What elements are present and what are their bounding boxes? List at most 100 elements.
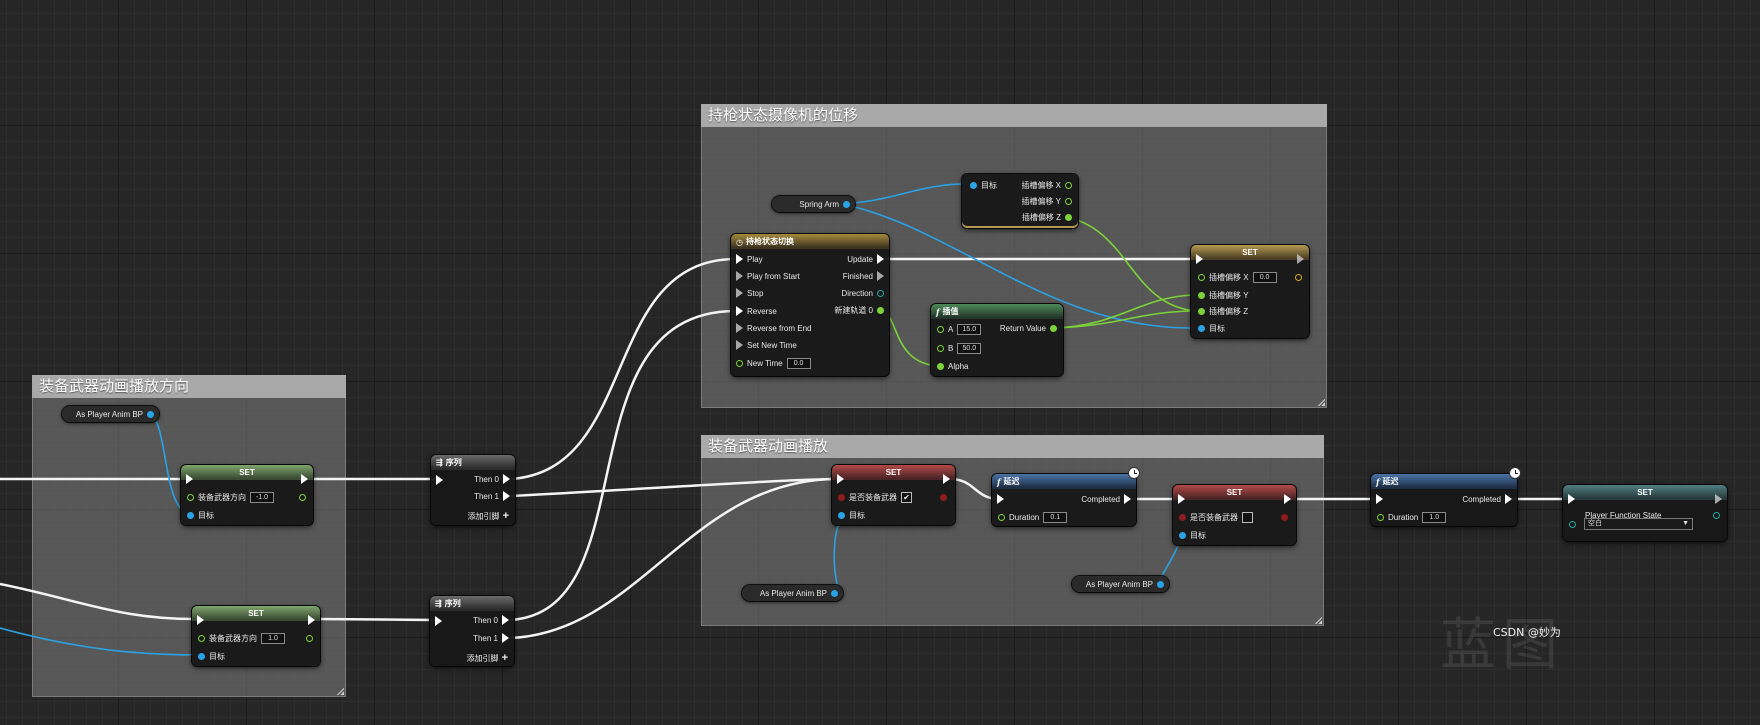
exec-output-pin[interactable] (502, 633, 509, 643)
set-is-equipped-node[interactable]: SET 是否装备武器 ✔ 目标 (832, 465, 955, 525)
exec-input-pin[interactable] (1376, 494, 1383, 504)
object-input-pin[interactable] (1198, 324, 1205, 332)
bool-output-pin[interactable] (1281, 513, 1288, 521)
float-input-pin[interactable] (937, 362, 944, 370)
add-pin-button[interactable]: 添加引脚 + (468, 510, 509, 522)
exec-input-pin[interactable] (736, 254, 743, 264)
exec-output-pin[interactable] (502, 615, 509, 625)
duration-field[interactable]: 0.1 (1043, 511, 1068, 523)
exec-input-pin[interactable] (736, 323, 743, 333)
exec-output-pin[interactable] (877, 254, 884, 264)
delay-node[interactable]: f 延迟 Completed Duration 1.0 (1371, 467, 1521, 526)
float-output-pin[interactable] (1065, 197, 1072, 205)
exec-input-pin[interactable] (736, 340, 743, 350)
enum-output-pin[interactable] (1713, 511, 1720, 519)
value-field[interactable]: -1.0 (250, 491, 274, 503)
add-pin-button[interactable]: 添加引脚 + (467, 652, 508, 664)
exec-input-pin[interactable] (1568, 494, 1575, 504)
float-input-pin[interactable] (1198, 273, 1205, 281)
exec-input-pin[interactable] (1178, 494, 1185, 504)
float-input-pin[interactable] (998, 513, 1005, 521)
bool-input-pin[interactable] (1179, 513, 1186, 521)
node-header[interactable]: ◷ 持枪状态切换 (731, 234, 889, 249)
exec-input-pin[interactable] (436, 475, 443, 485)
enum-output-pin[interactable] (877, 289, 884, 297)
float-output-pin[interactable] (877, 306, 884, 314)
node-header[interactable]: SET (1563, 485, 1727, 500)
a-value-field[interactable]: 15.0 (957, 323, 982, 335)
node-header[interactable]: SET (1173, 485, 1296, 500)
object-input-pin[interactable] (1179, 531, 1186, 539)
set-socket-offset-node[interactable]: SET 插槽偏移 X 0.0 插槽偏移 Y 插槽偏移 Z 目标 (1191, 245, 1309, 338)
node-header[interactable]: f 延迟 (1371, 474, 1517, 489)
sequence-node[interactable]: ⇶ 序列 Then 0 Then 1 添加引脚 + (431, 455, 515, 525)
set-equip-direction-node[interactable]: SET 装备武器方向 1.0 目标 (192, 606, 320, 666)
bool-output-pin[interactable] (940, 493, 947, 501)
node-header[interactable]: SET (1191, 245, 1309, 260)
value-field[interactable]: 1.0 (261, 632, 285, 644)
exec-output-pin[interactable] (877, 271, 884, 281)
float-input-pin[interactable] (187, 493, 194, 501)
node-header[interactable]: ⇶ 序列 (431, 455, 515, 470)
exec-output-pin[interactable] (943, 474, 950, 484)
equipped-checkbox[interactable]: ✔ (901, 491, 912, 503)
object-output-pin[interactable] (843, 200, 850, 208)
exec-output-pin[interactable] (1124, 494, 1131, 504)
set-player-function-state-node[interactable]: SET Player Function State 空白 ▼ (1563, 485, 1727, 541)
socket-offset-get-node[interactable]: 目标 插槽偏移 X 插槽偏移 Y 插槽偏移 Z (962, 174, 1078, 228)
float-input-pin[interactable] (937, 344, 944, 352)
float-output-pin[interactable] (1065, 213, 1072, 221)
exec-input-pin[interactable] (736, 306, 743, 316)
node-header[interactable]: SET (192, 606, 320, 621)
exec-output-pin[interactable] (301, 474, 308, 484)
bool-input-pin[interactable] (838, 493, 845, 501)
object-input-pin[interactable] (198, 652, 205, 660)
float-input-pin[interactable] (198, 634, 205, 642)
node-header[interactable]: SET (832, 465, 955, 480)
float-input-pin[interactable] (937, 325, 944, 333)
exec-input-pin[interactable] (736, 288, 743, 298)
node-header[interactable]: f 插值 (931, 304, 1063, 319)
float-output-pin[interactable] (1050, 324, 1057, 332)
exec-output-pin[interactable] (1505, 494, 1512, 504)
vector-output-pin[interactable] (1295, 273, 1302, 281)
float-input-pin[interactable] (1377, 513, 1384, 521)
spring-arm-getter[interactable]: Spring Arm (772, 196, 855, 212)
new-time-field[interactable]: 0.0 (786, 357, 811, 369)
node-header[interactable]: f 延迟 (992, 474, 1136, 489)
object-input-pin[interactable] (838, 511, 845, 519)
exec-input-pin[interactable] (1196, 254, 1203, 264)
exec-input-pin[interactable] (186, 474, 193, 484)
anim-bp-getter[interactable]: As Player Anim BP (1072, 576, 1169, 592)
exec-output-pin[interactable] (503, 491, 510, 501)
exec-output-pin[interactable] (503, 474, 510, 484)
timeline-node[interactable]: ◷ 持枪状态切换 Play Play from Start Stop Rever… (731, 234, 889, 376)
float-output-pin[interactable] (1065, 181, 1072, 189)
node-header[interactable]: SET (181, 465, 313, 480)
float-output-pin[interactable] (299, 493, 306, 501)
duration-field[interactable]: 1.0 (1422, 511, 1447, 523)
object-output-pin[interactable] (147, 410, 154, 418)
blueprint-graph[interactable]: 持枪状态摄像机的位移 装备武器动画播放方向 装备武器动画播放 Spring Ar… (0, 0, 1760, 725)
float-input-pin[interactable] (1198, 291, 1205, 299)
x-value-field[interactable]: 0.0 (1252, 271, 1277, 283)
exec-output-pin[interactable] (1297, 254, 1304, 264)
object-input-pin[interactable] (187, 511, 194, 519)
lerp-node[interactable]: f 插值 A 15.0 B 50.0 Alpha Return Value (931, 304, 1063, 376)
float-output-pin[interactable] (306, 634, 313, 642)
set-equip-direction-node[interactable]: SET 装备武器方向 -1.0 目标 (181, 465, 313, 525)
node-header[interactable]: ⇶ 序列 (430, 596, 514, 611)
object-output-pin[interactable] (1157, 580, 1164, 588)
delay-node[interactable]: f 延迟 Completed Duration 0.1 (992, 467, 1140, 526)
anim-bp-getter[interactable]: As Player Anim BP (742, 585, 843, 601)
exec-output-pin[interactable] (1715, 494, 1722, 504)
exec-input-pin[interactable] (997, 494, 1004, 504)
anim-bp-getter[interactable]: As Player Anim BP (62, 406, 159, 422)
object-input-pin[interactable] (970, 181, 977, 189)
b-value-field[interactable]: 50.0 (957, 342, 982, 354)
object-output-pin[interactable] (831, 589, 838, 597)
exec-input-pin[interactable] (736, 271, 743, 281)
state-dropdown[interactable]: 空白 ▼ (1584, 518, 1693, 530)
exec-input-pin[interactable] (435, 616, 442, 626)
exec-input-pin[interactable] (837, 474, 844, 484)
